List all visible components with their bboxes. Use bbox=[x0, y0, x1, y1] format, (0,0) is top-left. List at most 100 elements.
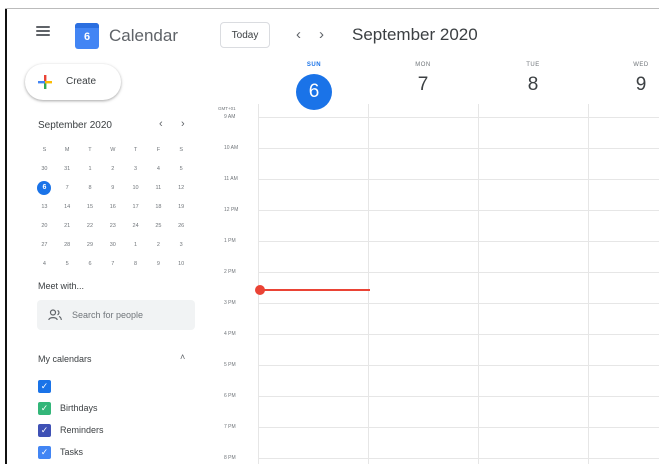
mini-calendar-day[interactable]: 27 bbox=[33, 242, 56, 248]
mini-calendar-day[interactable]: 5 bbox=[56, 261, 79, 267]
time-label: 7 PM bbox=[224, 424, 236, 430]
mini-calendar-day[interactable]: 9 bbox=[101, 185, 124, 191]
app-title: Calendar bbox=[109, 26, 178, 45]
time-label: 5 PM bbox=[224, 362, 236, 368]
calendar-logo-icon[interactable]: 6 bbox=[75, 23, 99, 49]
day-number[interactable]: 6 bbox=[296, 74, 332, 110]
mini-calendar-day[interactable]: 13 bbox=[33, 204, 56, 210]
mini-calendar-day[interactable]: 25 bbox=[147, 223, 170, 229]
calendar-checkbox[interactable]: ✓ bbox=[38, 380, 51, 393]
chevron-up-icon[interactable]: ˄ bbox=[180, 352, 185, 362]
weekday-header: T bbox=[133, 146, 138, 153]
mini-calendar-day[interactable]: 9 bbox=[147, 261, 170, 267]
previous-week-button[interactable]: ‹ bbox=[296, 26, 301, 43]
day-number[interactable]: 7 bbox=[373, 74, 473, 96]
mini-calendar-day[interactable]: 29 bbox=[79, 242, 102, 248]
mini-calendar-day[interactable]: 3 bbox=[170, 242, 193, 248]
mini-calendar-day[interactable]: 23 bbox=[101, 223, 124, 229]
hour-gridline bbox=[258, 303, 659, 304]
hour-gridline bbox=[258, 241, 659, 242]
calendar-label: Tasks bbox=[60, 447, 84, 457]
mini-calendar-day[interactable]: 1 bbox=[79, 166, 102, 172]
mini-calendar-title: September 2020 bbox=[38, 120, 112, 131]
mini-calendar-day[interactable]: 28 bbox=[56, 242, 79, 248]
mini-calendar-week: 27 28 29 30 1 2 3 bbox=[33, 235, 193, 254]
mini-calendar-day[interactable]: 19 bbox=[170, 204, 193, 210]
mini-calendar-prev-button[interactable]: ‹ bbox=[159, 118, 163, 130]
mini-calendar-day[interactable]: 6 bbox=[79, 261, 102, 267]
window-border-left bbox=[5, 8, 7, 464]
mini-calendar-day[interactable]: 14 bbox=[56, 204, 79, 210]
time-label: 11 AM bbox=[224, 176, 238, 182]
day-header[interactable]: MON 7 bbox=[373, 62, 473, 96]
mini-calendar-next-button[interactable]: › bbox=[181, 118, 185, 130]
calendar-checkbox[interactable]: ✓ bbox=[38, 424, 51, 437]
search-people-placeholder: Search for people bbox=[72, 310, 144, 320]
timezone-label: GMT+01 bbox=[218, 106, 236, 111]
people-icon bbox=[48, 309, 62, 321]
mini-calendar-day[interactable]: 7 bbox=[56, 185, 79, 191]
day-column-divider bbox=[258, 104, 259, 464]
mini-calendar-day[interactable]: 2 bbox=[147, 242, 170, 248]
current-month-title: September 2020 bbox=[352, 25, 478, 44]
mini-calendar-day[interactable]: 10 bbox=[170, 261, 193, 267]
day-name: TUE bbox=[526, 62, 540, 68]
mini-calendar-day[interactable]: 30 bbox=[101, 242, 124, 248]
today-button[interactable]: Today bbox=[220, 22, 270, 48]
mini-calendar-day[interactable]: 5 bbox=[170, 166, 193, 172]
mini-calendar-day[interactable]: 21 bbox=[56, 223, 79, 229]
day-header[interactable]: TUE 8 bbox=[483, 62, 583, 96]
mini-calendar-day[interactable]: 6 bbox=[37, 180, 52, 195]
weekday-header: F bbox=[156, 146, 161, 153]
mini-calendar-day[interactable]: 16 bbox=[101, 204, 124, 210]
calendar-label: Reminders bbox=[60, 425, 104, 435]
mini-calendar-day[interactable]: 11 bbox=[147, 185, 170, 191]
create-button[interactable]: Create bbox=[25, 64, 121, 100]
mini-calendar-day[interactable]: 4 bbox=[33, 261, 56, 267]
mini-calendar-day[interactable]: 22 bbox=[79, 223, 102, 229]
mini-calendar-week: 13 14 15 16 17 18 19 bbox=[33, 197, 193, 216]
mini-calendar-day[interactable]: 8 bbox=[79, 185, 102, 191]
mini-calendar-day[interactable]: 26 bbox=[170, 223, 193, 229]
mini-calendar-day[interactable]: 12 bbox=[170, 185, 193, 191]
top-bar: 6 Calendar Today ‹ › September 2020 bbox=[7, 9, 659, 49]
meet-with-title: Meet with... bbox=[38, 281, 85, 291]
mini-calendar-day[interactable]: 30 bbox=[33, 166, 56, 172]
day-number[interactable]: 9 bbox=[591, 74, 659, 96]
mini-calendar-week: 30 31 1 2 3 4 5 bbox=[33, 159, 193, 178]
mini-calendar-day[interactable]: 1 bbox=[124, 242, 147, 248]
hamburger-menu-icon[interactable] bbox=[36, 26, 50, 36]
search-people-input[interactable]: Search for people bbox=[37, 300, 195, 330]
mini-calendar-day[interactable]: 18 bbox=[147, 204, 170, 210]
mini-calendar-day[interactable]: 17 bbox=[124, 204, 147, 210]
mini-calendar-day[interactable]: 31 bbox=[56, 166, 79, 172]
hour-gridline bbox=[258, 272, 659, 273]
next-week-button[interactable]: › bbox=[319, 26, 324, 43]
hour-gridline bbox=[258, 117, 659, 118]
mini-calendar-day[interactable]: 15 bbox=[79, 204, 102, 210]
hour-gridline bbox=[258, 179, 659, 180]
mini-calendar-day[interactable]: 10 bbox=[124, 185, 147, 191]
mini-calendar-day[interactable]: 4 bbox=[147, 166, 170, 172]
day-column-divider bbox=[368, 104, 369, 464]
mini-calendar-day[interactable]: 3 bbox=[124, 166, 147, 172]
time-label: 9 AM bbox=[224, 114, 236, 120]
create-label: Create bbox=[66, 76, 97, 87]
hour-gridline bbox=[258, 210, 659, 211]
mini-calendar-day[interactable]: 24 bbox=[124, 223, 147, 229]
calendar-checkbox[interactable]: ✓ bbox=[38, 402, 51, 415]
calendar-checkbox[interactable]: ✓ bbox=[38, 446, 51, 459]
day-name: SUN bbox=[306, 62, 322, 68]
mini-calendar-grid: S M T W T F S 30 31 1 2 3 4 5 6 7 8 9 10 11 12 13 14 15 16 17 18 19… bbox=[33, 140, 193, 273]
hour-gridline bbox=[258, 458, 659, 459]
day-header[interactable]: SUN 6 bbox=[264, 62, 364, 110]
mini-calendar-day[interactable]: 8 bbox=[124, 261, 147, 267]
mini-calendar-day[interactable]: 7 bbox=[101, 261, 124, 267]
weekday-header: T bbox=[88, 146, 92, 153]
day-header[interactable]: WED 9 bbox=[591, 62, 659, 96]
day-name: WED bbox=[633, 62, 649, 68]
time-label: 8 PM bbox=[224, 455, 236, 461]
mini-calendar-day[interactable]: 20 bbox=[33, 223, 56, 229]
day-number[interactable]: 8 bbox=[483, 74, 583, 96]
mini-calendar-day[interactable]: 2 bbox=[101, 166, 124, 172]
